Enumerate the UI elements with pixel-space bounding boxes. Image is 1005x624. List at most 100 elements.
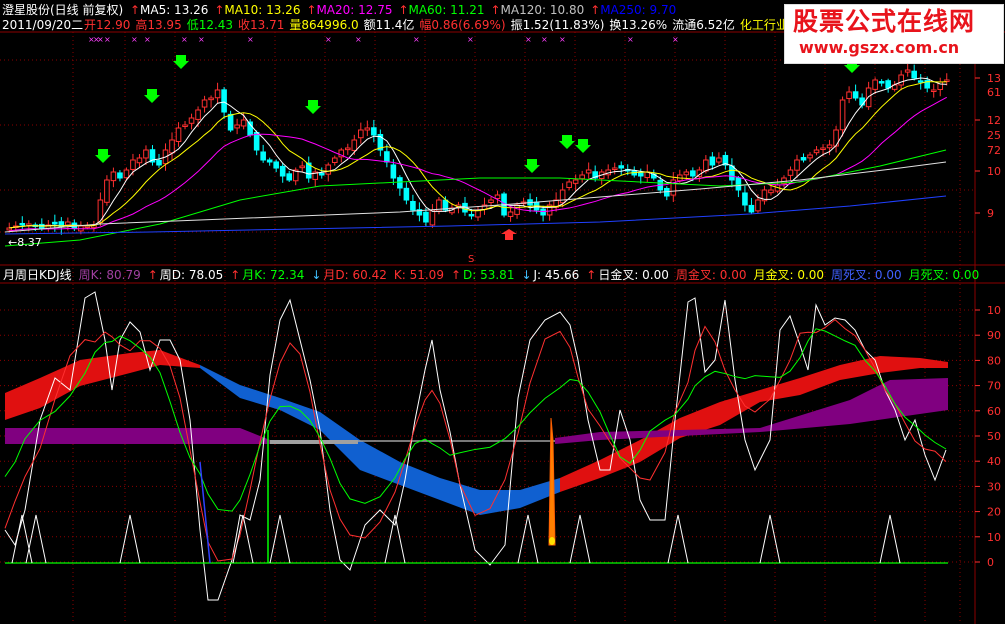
candle-body-19	[130, 159, 136, 170]
candle-body-7	[52, 221, 58, 225]
price-axis-label-0: 13	[987, 72, 1001, 85]
kdj-item-4: ↑	[230, 268, 241, 282]
kdj-axis-label-10: 0	[987, 556, 994, 569]
candle-body-126	[826, 144, 833, 149]
ma-value-3: MA60: 11.21	[408, 3, 485, 17]
quote-item-0: 开12.90	[84, 18, 131, 32]
event-marker-8: ×	[247, 35, 254, 44]
ma-value-5: MA250: 9.70	[600, 3, 677, 17]
ma-value-1: MA10: 13.26	[224, 3, 301, 17]
buy-signal-arrow-2	[173, 55, 189, 69]
candle-body-86	[566, 181, 572, 189]
candle-body-105	[690, 170, 696, 177]
quote-item-4: 量864996.0	[289, 18, 359, 32]
ma-arrow-2: ↑	[306, 3, 317, 17]
candle-body-33	[221, 89, 227, 113]
candle-body-32	[214, 89, 221, 99]
candle-body-122	[800, 157, 807, 161]
monthly-kdj-band-purple-1	[5, 428, 270, 444]
event-marker-9: ×	[325, 35, 332, 44]
candle-body-124	[813, 149, 820, 154]
candle-body-74	[488, 199, 494, 204]
candle-body-137	[898, 74, 904, 86]
candle-body-0	[6, 227, 13, 231]
price-axis-sub-0: 61	[987, 86, 1001, 99]
candle-body-30	[201, 99, 208, 108]
monthly-kdj-band-gray	[270, 440, 358, 444]
ma-arrow-1: ↑	[214, 3, 225, 17]
candle-body-138	[904, 69, 911, 73]
quote-item-3: 收13.71	[238, 18, 285, 32]
kdj-item-18: 月死叉: 0.00	[908, 268, 980, 282]
quote-item-8: 换13.26%	[609, 18, 668, 32]
sell-signal-arrow	[501, 229, 517, 240]
watermark-url: www.gszx.com.cn	[799, 38, 960, 57]
kdj-axis-label-5: 50	[987, 430, 1001, 443]
buy-signal-arrow-1	[144, 89, 160, 103]
buy-signal-arrow-5	[559, 135, 575, 149]
candle-body-97	[637, 172, 644, 177]
kdj-item-12: J: 45.66	[533, 268, 580, 282]
candle-body-48	[318, 172, 325, 176]
candle-body-62	[410, 201, 416, 211]
candle-body-77	[507, 211, 514, 217]
event-marker-15: ×	[559, 35, 566, 44]
kdj-item-15: 周金叉: 0.00	[675, 268, 747, 282]
event-marker-12: ×	[467, 35, 474, 44]
ma-value-4: MA120: 10.80	[500, 3, 585, 17]
candle-body-75	[494, 194, 501, 200]
candle-body-125	[820, 147, 826, 150]
candle-body-26	[175, 127, 182, 142]
orange-signal-flame	[548, 417, 556, 546]
candle-body-21	[143, 149, 149, 159]
kdj-item-8: K: 51.09	[393, 268, 444, 282]
candle-body-140	[917, 80, 924, 83]
kdj-axis-label-9: 10	[987, 531, 1001, 544]
price-axis-label-3: 9	[987, 207, 994, 220]
event-marker-4: ×	[131, 35, 138, 44]
buy-signal-arrow-3	[305, 100, 321, 114]
candle-body-65	[429, 209, 436, 226]
price-axis-label-2: 10	[987, 165, 1001, 178]
candle-body-35	[234, 124, 240, 129]
candle-body-28	[188, 117, 195, 124]
cross-signal-spike-7	[569, 514, 591, 564]
kdj-item-14: 日金叉: 0.00	[598, 268, 669, 282]
candle-body-123	[807, 154, 813, 159]
candle-body-60	[397, 177, 403, 189]
kdj-item-1: 周K: 80.79	[78, 268, 141, 282]
ma-arrow-5: ↑	[590, 3, 601, 17]
flame-core	[549, 537, 555, 545]
kdj-axis-label-6: 40	[987, 455, 1001, 468]
kdj-item-16: 月金叉: 0.00	[753, 268, 825, 282]
quote-item-6: 幅0.86(6.69%)	[419, 18, 506, 32]
candle-body-41	[273, 161, 279, 169]
kdj-axis-label-4: 60	[987, 405, 1001, 418]
cross-signal-spike-2	[119, 514, 141, 564]
candle-body-131	[859, 97, 865, 106]
candle-body-128	[839, 99, 846, 131]
candle-body-27	[182, 124, 188, 127]
price-axis-label-1: 12	[987, 114, 1001, 127]
kdj-axis-label-2: 80	[987, 354, 1001, 367]
kdj-item-17: 周死叉: 0.00	[831, 268, 902, 282]
candle-body-38	[253, 131, 260, 151]
event-marker-14: ×	[541, 35, 548, 44]
candle-body-117	[768, 189, 774, 194]
cross-signal-spike-4	[269, 514, 291, 564]
kdj-item-2: ↑	[147, 268, 158, 282]
ma-arrow-3: ↑	[398, 3, 409, 17]
candle-body-139	[911, 70, 917, 79]
candle-body-111	[729, 165, 735, 181]
kdj-axis-label-1: 90	[987, 329, 1001, 342]
candle-body-52	[344, 147, 351, 151]
candle-body-113	[742, 192, 748, 206]
stock-chart[interactable]: 1312109612572109080706050403020100S××× × ×…	[0, 0, 1005, 624]
kdj-item-11: ↓	[521, 268, 532, 282]
candle-body-130	[852, 91, 859, 99]
signal-s-marker: S	[468, 254, 474, 265]
candle-body-71	[468, 213, 475, 217]
event-marker-2: ×	[97, 35, 104, 44]
quote-item-10: 化工行业	[739, 18, 788, 32]
date-label: 2011/09/20二	[2, 18, 84, 32]
